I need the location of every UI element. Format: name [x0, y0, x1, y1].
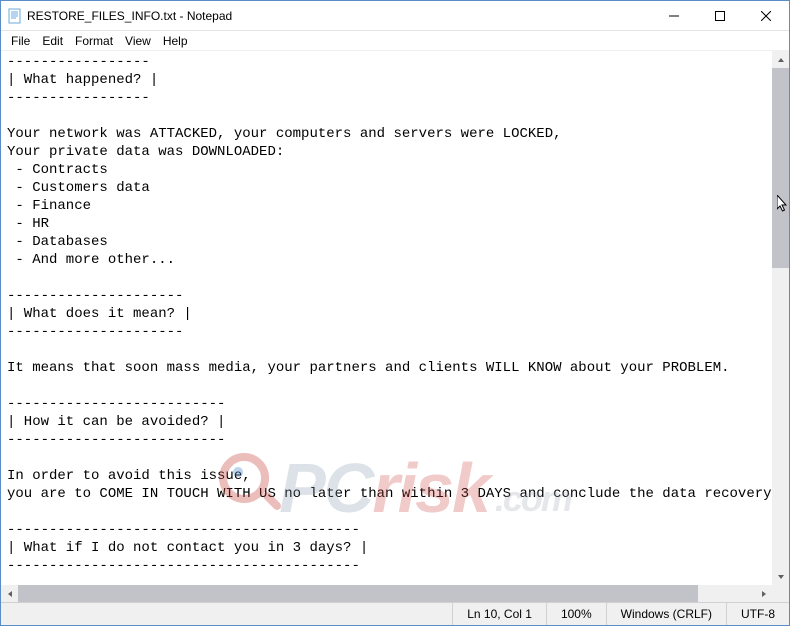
- window-controls: [651, 1, 789, 30]
- notepad-window: RESTORE_FILES_INFO.txt - Notepad File Ed…: [0, 0, 790, 626]
- status-zoom: 100%: [546, 603, 606, 625]
- menu-view[interactable]: View: [119, 32, 157, 50]
- scroll-right-icon[interactable]: [755, 585, 772, 602]
- menubar: File Edit Format View Help: [1, 31, 789, 51]
- menu-file[interactable]: File: [5, 32, 36, 50]
- status-line-ending: Windows (CRLF): [606, 603, 726, 625]
- horizontal-scroll-row: [1, 585, 789, 602]
- statusbar: Ln 10, Col 1 100% Windows (CRLF) UTF-8: [1, 602, 789, 625]
- titlebar: RESTORE_FILES_INFO.txt - Notepad: [1, 1, 789, 31]
- close-button[interactable]: [743, 1, 789, 30]
- scroll-left-icon[interactable]: [1, 585, 18, 602]
- vertical-scroll-thumb[interactable]: [772, 68, 789, 268]
- horizontal-scroll-thumb[interactable]: [18, 585, 698, 602]
- horizontal-scroll-track[interactable]: [18, 585, 755, 602]
- content-area: ----------------- | What happened? | ---…: [1, 51, 789, 585]
- minimize-button[interactable]: [651, 1, 697, 30]
- scroll-up-icon[interactable]: [772, 51, 789, 68]
- maximize-button[interactable]: [697, 1, 743, 30]
- horizontal-scrollbar[interactable]: [1, 585, 772, 602]
- menu-edit[interactable]: Edit: [36, 32, 69, 50]
- status-encoding: UTF-8: [726, 603, 789, 625]
- menu-help[interactable]: Help: [157, 32, 194, 50]
- window-title: RESTORE_FILES_INFO.txt - Notepad: [27, 9, 651, 23]
- text-content[interactable]: ----------------- | What happened? | ---…: [1, 51, 772, 585]
- notepad-icon: [7, 8, 23, 24]
- scroll-gripper: [772, 585, 789, 602]
- vertical-scrollbar[interactable]: [772, 51, 789, 585]
- scroll-down-icon[interactable]: [772, 568, 789, 585]
- status-position: Ln 10, Col 1: [452, 603, 546, 625]
- vertical-scroll-track[interactable]: [772, 68, 789, 568]
- menu-format[interactable]: Format: [69, 32, 119, 50]
